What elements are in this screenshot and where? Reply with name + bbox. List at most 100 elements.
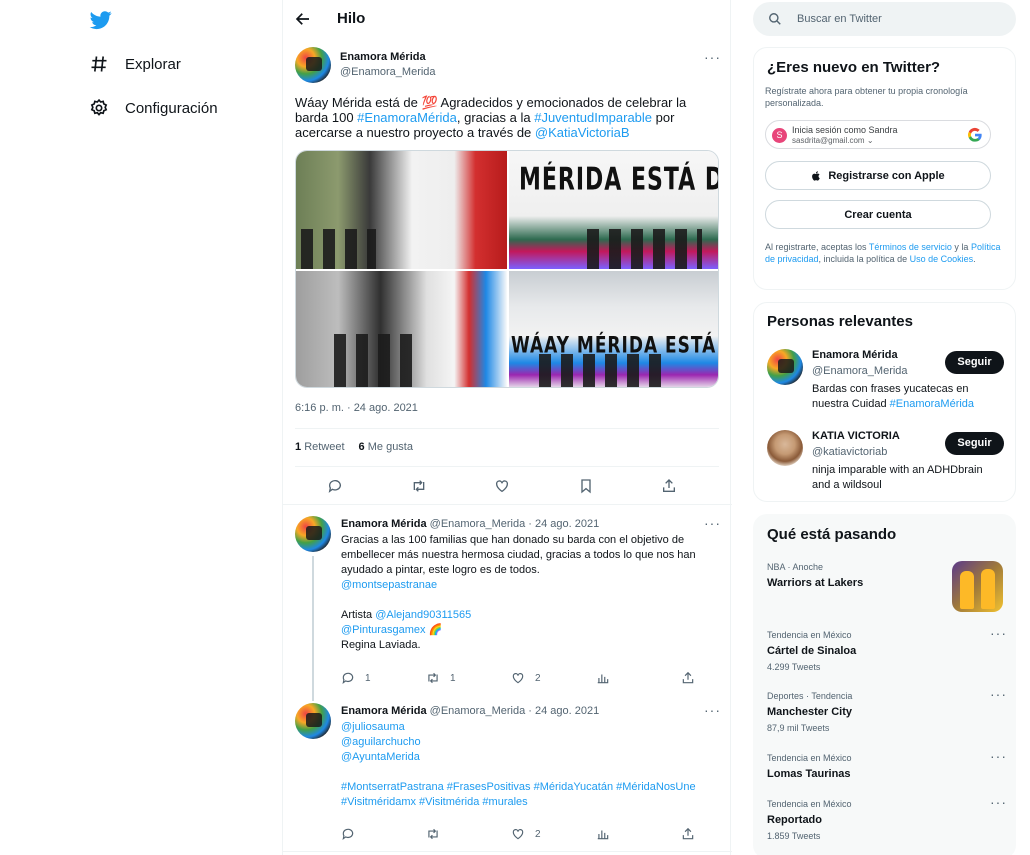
thread-header: Hilo	[283, 0, 732, 38]
cookies-link[interactable]: Uso de Cookies	[910, 254, 974, 264]
retweet-count: 1	[450, 672, 456, 684]
author-name[interactable]: Enamora Mérida	[341, 518, 427, 530]
mention-link[interactable]: @juliosauma	[341, 720, 729, 735]
avatar[interactable]	[295, 47, 331, 83]
person-item[interactable]: KATIA VICTORIA @katiavictoriab ninja imp…	[767, 430, 1007, 491]
mention-link[interactable]: @AyuntaMerida	[341, 750, 729, 765]
retweet-button[interactable]	[426, 827, 511, 841]
photo-people	[539, 354, 669, 387]
back-arrow-icon[interactable]	[294, 10, 312, 28]
reply-button[interactable]	[341, 827, 426, 841]
follow-button[interactable]: Seguir	[945, 351, 1004, 374]
nav-settings-label: Configuración	[125, 99, 218, 117]
author-name[interactable]: Enamora Mérida	[341, 705, 427, 717]
retweet-icon	[428, 828, 438, 840]
follow-button[interactable]: Seguir	[945, 432, 1004, 455]
hashtag-link[interactable]: #EnamoraMérida	[890, 398, 974, 410]
more-options-icon[interactable]: ···	[704, 703, 721, 717]
like-button[interactable]: 2	[511, 671, 596, 685]
trend-item[interactable]: Tendencia en México Lomas Taurinas ···	[767, 749, 1007, 780]
trend-title: Cártel de Sinaloa	[767, 645, 857, 657]
photo-people	[301, 229, 376, 269]
more-options-icon[interactable]: ···	[990, 687, 1007, 701]
person-name[interactable]: Enamora Mérida	[812, 349, 898, 361]
reply-button[interactable]: 1	[341, 671, 426, 685]
mention-link[interactable]: @montsepastranae	[341, 578, 726, 593]
divider	[283, 851, 732, 852]
mention-link[interactable]: @KatiaVictoriaB	[535, 125, 630, 140]
more-options-icon[interactable]: ···	[990, 749, 1007, 763]
like-icon	[512, 673, 524, 684]
nav-explore[interactable]: Explorar	[89, 49, 181, 79]
person-name[interactable]: KATIA VICTORIA	[812, 430, 900, 442]
analytics-button[interactable]	[596, 671, 681, 685]
like-button[interactable]: 2	[511, 827, 596, 841]
more-options-icon[interactable]: ···	[990, 626, 1007, 640]
mention-link[interactable]: @Alejand90311565	[375, 609, 471, 621]
hashtag-icon	[91, 56, 107, 72]
trend-item[interactable]: Tendencia en México Reportado 1.859 Twee…	[767, 795, 1007, 841]
like-icon	[512, 829, 524, 840]
analytics-button[interactable]	[596, 827, 681, 841]
terms-link[interactable]: Términos de servicio	[869, 242, 952, 252]
nav-explore-label: Explorar	[125, 55, 181, 73]
search-bar[interactable]: Buscar en Twitter	[753, 2, 1016, 36]
retweet-button[interactable]: 1	[426, 671, 511, 685]
author-meta: @Enamora_Merida · 24 ago. 2021	[429, 705, 600, 717]
trend-item[interactable]: Tendencia en México Cártel de Sinaloa 4.…	[767, 626, 1007, 672]
trend-item[interactable]: NBA · Anoche Warriors at Lakers	[767, 561, 1007, 622]
tweet-text: Wáay Mérida está de 💯 Agradecidos y emoc…	[295, 95, 715, 140]
tweet-photo[interactable]: MÉRIDA ESTÁ DE 100	[509, 151, 718, 269]
reply-icon[interactable]	[327, 478, 343, 494]
avatar[interactable]	[295, 516, 331, 552]
create-account-button[interactable]: Crear cuenta	[765, 200, 991, 229]
more-options-icon[interactable]: ···	[704, 516, 721, 530]
trend-title: Manchester City	[767, 706, 852, 718]
like-icon[interactable]	[494, 478, 510, 494]
hundred-emoji: 💯	[421, 95, 438, 110]
mention-link[interactable]: @aguilarchucho	[341, 735, 729, 750]
likes-stat[interactable]: 6 Me gusta	[359, 441, 413, 453]
google-signin-button[interactable]: S Inicia sesión como Sandra sasdrita@gma…	[765, 120, 991, 149]
apple-logo-icon	[812, 170, 821, 181]
author-handle[interactable]: @Enamora_Merida	[340, 66, 436, 78]
hashtags-line[interactable]: #Visitméridamx #Visitmérida #murales	[341, 795, 729, 810]
share-icon[interactable]	[661, 478, 677, 494]
tweet-timestamp[interactable]: 6:16 p. m. · 24 ago. 2021	[295, 402, 418, 414]
legal-part: Al registrarte, aceptas los	[765, 242, 869, 252]
reply-tweet[interactable]: Enamora Mérida @Enamora_Merida · 24 ago.…	[283, 703, 732, 853]
reply-tweet[interactable]: Enamora Mérida @Enamora_Merida · 24 ago.…	[283, 516, 732, 701]
more-options-icon[interactable]: ···	[704, 50, 721, 64]
photo-people	[334, 334, 414, 387]
apple-signup-button[interactable]: Registrarse con Apple	[765, 161, 991, 190]
retweet-icon[interactable]	[411, 478, 427, 494]
avatar[interactable]	[767, 430, 803, 466]
nav-settings[interactable]: Configuración	[89, 93, 218, 123]
avatar[interactable]	[295, 703, 331, 739]
google-email: sasdrita@gmail.com	[792, 136, 865, 145]
twitter-bird-icon[interactable]	[89, 9, 113, 31]
person-handle[interactable]: @Enamora_Merida	[812, 365, 908, 377]
tweet-photo[interactable]	[296, 151, 507, 269]
trend-title: Lomas Taurinas	[767, 768, 851, 780]
person-item[interactable]: Enamora Mérida @Enamora_Merida Bardas co…	[767, 349, 1007, 410]
hashtags-line[interactable]: #MontserratPastrana #FrasesPositivas #Mé…	[341, 780, 729, 795]
tweet-photo[interactable]: WÁAY MÉRIDA ESTÁ DE	[509, 271, 718, 387]
avatar[interactable]	[767, 349, 803, 385]
search-placeholder[interactable]: Buscar en Twitter	[797, 13, 882, 25]
like-count: 2	[535, 672, 541, 684]
mention-link[interactable]: @Pinturasgamex	[341, 624, 426, 636]
trends-title: Qué está pasando	[767, 526, 897, 543]
trend-image[interactable]	[952, 561, 1003, 612]
trend-count: 87,9 mil Tweets	[767, 723, 830, 733]
hashtag-link[interactable]: #EnamoraMérida	[357, 110, 457, 125]
reply-icon	[342, 828, 354, 841]
more-options-icon[interactable]: ···	[990, 795, 1007, 809]
bookmark-icon[interactable]	[578, 478, 594, 494]
trend-item[interactable]: Deportes · Tendencia Manchester City 87,…	[767, 687, 1007, 733]
author-name[interactable]: Enamora Mérida	[340, 51, 426, 63]
hashtag-link[interactable]: #JuventudImparable	[534, 110, 652, 125]
person-handle[interactable]: @katiavictoriab	[812, 446, 887, 458]
tweet-photo[interactable]	[296, 271, 507, 387]
retweets-stat[interactable]: 1 Retweet	[295, 441, 345, 453]
